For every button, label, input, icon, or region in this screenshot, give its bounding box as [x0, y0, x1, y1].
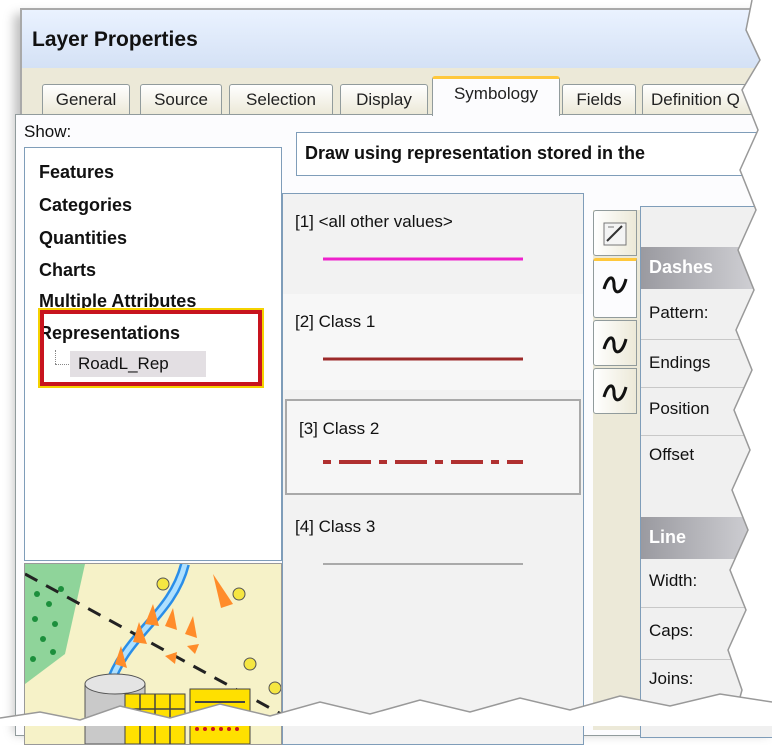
class-label: [4] Class 3: [295, 517, 376, 536]
prop-offset-label: Offset: [649, 445, 695, 464]
title-bar: Layer Properties: [22, 10, 772, 68]
squiggle-line-icon: [602, 336, 628, 354]
class-line-symbol: [323, 460, 523, 464]
show-item-categories[interactable]: Categories: [39, 195, 132, 216]
prop-width-label: Width:: [649, 571, 698, 590]
tab-display[interactable]: Display: [340, 84, 428, 114]
class-label: [2] Class 1: [295, 312, 376, 331]
show-item-charts[interactable]: Charts: [39, 260, 96, 281]
tab-selection[interactable]: Selection: [229, 84, 333, 114]
class-line-symbol: [323, 257, 523, 261]
tab-layer-properties[interactable]: [593, 210, 637, 256]
tab-fields[interactable]: Fields: [562, 84, 636, 114]
torn-edge-bottom: [0, 693, 772, 726]
prop-caps-label: Caps:: [649, 621, 694, 640]
prop-pattern-label: Pattern:: [649, 303, 709, 322]
tab-source[interactable]: Source: [140, 84, 222, 114]
draw-using-label: Draw using representation stored in the: [296, 132, 772, 176]
class-row-class-3[interactable]: [4] Class 3: [283, 499, 583, 595]
class-row-all-other-values[interactable]: [1] <all other values>: [283, 194, 583, 290]
window-title: Layer Properties: [32, 28, 198, 51]
tab-symbology[interactable]: Symbology: [432, 76, 560, 116]
prop-position-label: Position: [649, 399, 710, 418]
show-label: Show:: [24, 122, 72, 141]
tab-line-layer-1[interactable]: [593, 258, 637, 318]
tab-line-layer-3[interactable]: [593, 368, 637, 414]
class-row-class-1[interactable]: [2] Class 1: [283, 294, 583, 390]
class-label: [1] <all other values>: [295, 212, 453, 231]
squiggle-line-icon: [602, 276, 628, 294]
show-item-features[interactable]: Features: [39, 162, 114, 183]
tab-line-layer-2[interactable]: [593, 320, 637, 366]
highlight-annotation-box: [38, 308, 264, 388]
layer-tabs: [593, 210, 641, 730]
class-label: [3] Class 2: [299, 419, 380, 438]
show-item-multiple-attributes[interactable]: Multiple Attributes: [39, 291, 196, 312]
squiggle-line-icon: [602, 384, 628, 402]
class-line-symbol: [323, 563, 523, 565]
torn-edge-right: [727, 0, 772, 726]
class-line-symbol: [323, 357, 523, 361]
tab-general[interactable]: General: [42, 84, 130, 114]
class-row-class-2[interactable]: [3] Class 2: [285, 399, 581, 495]
show-item-quantities[interactable]: Quantities: [39, 228, 127, 249]
class-list: [1] <all other values> [2] Class 1 [3] C…: [282, 193, 584, 745]
layer-edit-icon: [603, 222, 627, 246]
